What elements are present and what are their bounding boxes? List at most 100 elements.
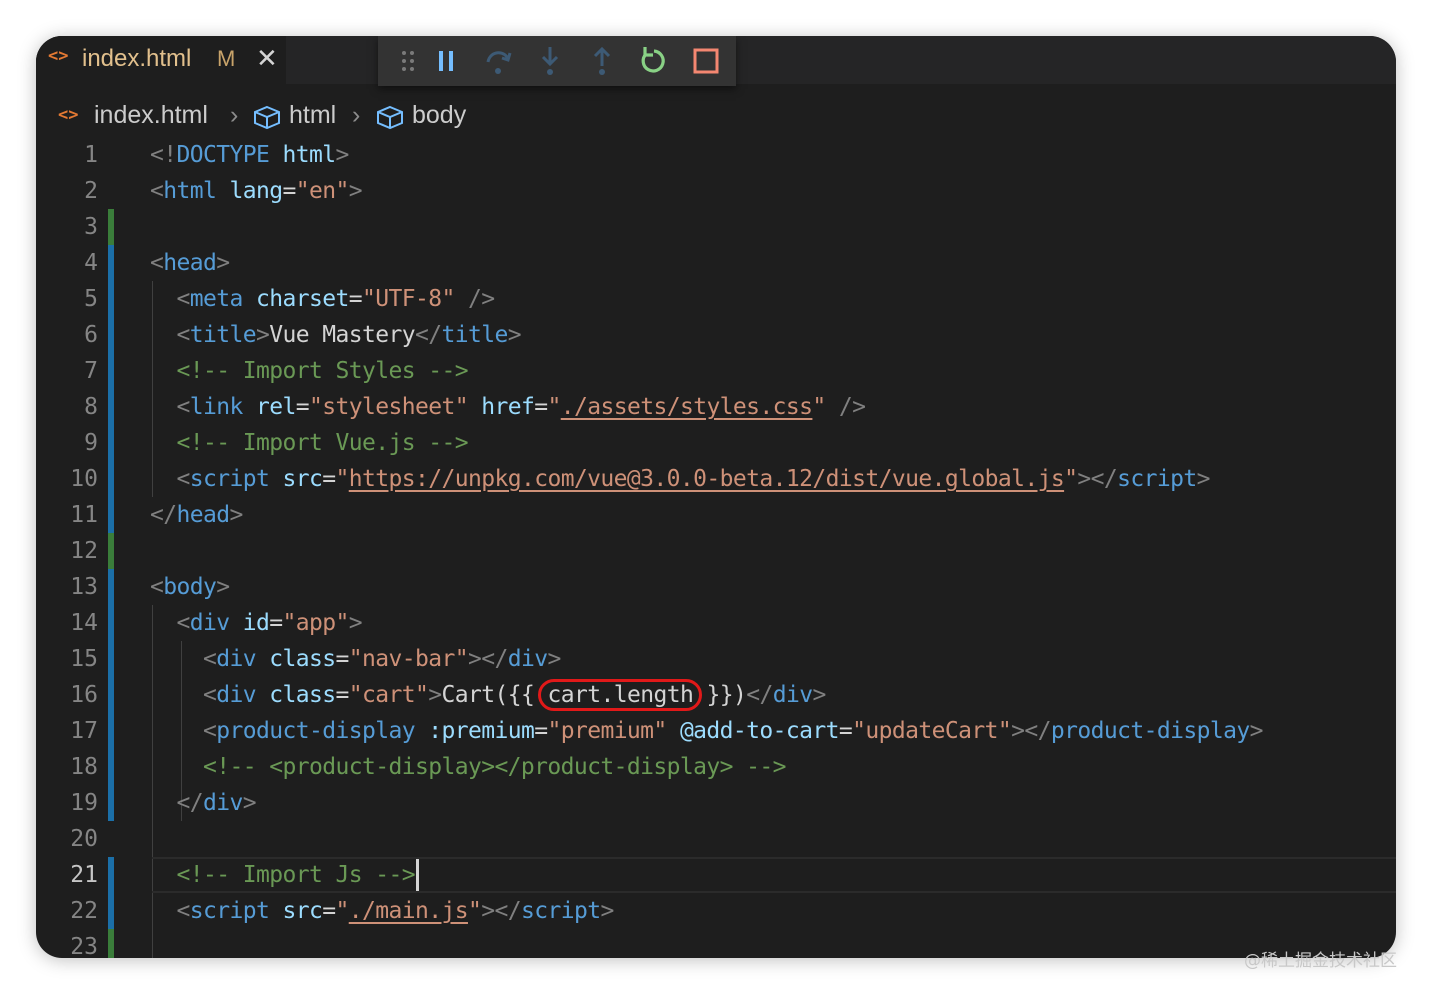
cube-icon [375,104,405,137]
git-change-marker[interactable] [108,713,114,749]
debug-toolbar [378,36,736,86]
breadcrumb-file[interactable]: index.html [94,101,208,130]
code-token: " [547,394,561,420]
code-line[interactable]: 10 <script src="https://unpkg.com/vue@3.… [36,461,1396,497]
git-change-marker[interactable] [108,533,114,569]
code-line[interactable]: 7 <!-- Import Styles --> [36,353,1396,389]
code-line[interactable]: 2 <html lang="en"> [36,173,1396,209]
code-line[interactable]: 5 <meta charset="UTF-8" /> [36,281,1396,317]
code-token: = [534,394,548,420]
code-line[interactable]: 17 <product-display :premium="premium" @… [36,713,1396,749]
code-token: = [282,178,297,204]
code-token: = [838,718,853,744]
code-token: "app" [282,610,350,636]
code-token: rel [256,394,296,420]
code-line[interactable]: 16 <div class="cart">Cart({{ cart.length… [36,677,1396,713]
git-change-marker[interactable] [108,245,114,281]
code-line[interactable]: 20 [36,821,1396,857]
git-change-marker[interactable] [108,353,114,389]
git-change-marker[interactable] [108,749,114,785]
step-over-icon[interactable] [480,42,516,80]
git-change-marker[interactable] [108,209,114,245]
code-line[interactable]: 9 <!-- Import Vue.js --> [36,425,1396,461]
code-line[interactable]: 14 <div id="app"> [36,605,1396,641]
git-change-marker[interactable] [108,317,114,353]
code-token: > [507,322,522,348]
code-link[interactable]: ./main.js [349,898,469,924]
git-change-marker[interactable] [108,425,114,461]
close-icon[interactable]: ✕ [256,44,278,74]
code-token: </ [414,322,442,348]
code-line[interactable]: 23 [36,929,1396,958]
tab-index-html[interactable]: <> index.html M ✕ [36,36,286,84]
git-change-marker[interactable] [108,497,114,533]
git-change-marker[interactable] [108,857,114,893]
code-line[interactable]: 11 </head> [36,497,1396,533]
code-token: <!-- Import Vue.js --> [176,430,469,456]
code-token: id [242,610,270,636]
git-change-marker[interactable] [108,893,114,929]
git-change-marker[interactable] [108,569,114,605]
line-number: 21 [70,862,98,888]
code-token: = [295,394,310,420]
code-token: < [176,322,191,348]
code-token: div [189,610,230,636]
code-token: :premium [428,718,535,744]
git-change-marker[interactable] [108,389,114,425]
code-line[interactable]: 4 <head> [36,245,1396,281]
code-line[interactable]: 18 <!-- <product-display></product-displ… [36,749,1396,785]
code-token: product-display [216,718,415,744]
git-change-marker[interactable] [108,929,114,958]
code-token: head [163,250,217,276]
code-line[interactable]: 12 [36,533,1396,569]
step-out-icon[interactable] [584,42,620,80]
code-line[interactable]: 15 <div class="nav-bar"></div> [36,641,1396,677]
code-line[interactable]: 8 <link rel="stylesheet" href="./assets/… [36,389,1396,425]
git-change-marker[interactable] [108,605,114,641]
code-token: > [812,682,826,708]
code-line[interactable]: 19 </div> [36,785,1396,821]
pause-icon[interactable] [428,42,464,80]
git-change-marker[interactable] [108,281,114,317]
code-line[interactable]: 1 <!DOCTYPE html> [36,137,1396,173]
code-token: < [176,466,191,492]
code-token: < [150,574,164,600]
stop-icon[interactable] [688,42,724,80]
code-content: <body> [150,569,230,605]
git-change-marker[interactable] [108,677,114,713]
git-change-marker[interactable] [108,785,114,821]
code-line[interactable]: 21 <!-- Import Js --> [36,857,1396,893]
breadcrumb: <> index.html › html › body [36,96,1396,136]
code-link[interactable]: https://unpkg.com/vue@3.0.0-beta.12/dist… [349,466,1065,492]
code-line[interactable]: 6 <title>Vue Mastery</title> [36,317,1396,353]
drag-handle-icon[interactable] [390,42,426,80]
restart-icon[interactable] [636,42,672,80]
git-change-marker[interactable] [108,641,114,677]
code-token: = [335,646,350,672]
git-change-marker[interactable] [108,461,114,497]
code-token: script [1117,466,1197,492]
code-line[interactable]: 13 <body> [36,569,1396,605]
code-link[interactable]: ./assets/styles.css [561,394,813,420]
breadcrumb-body[interactable]: body [412,101,466,130]
line-number: 7 [84,358,98,384]
step-into-icon[interactable] [532,42,568,80]
code-token: < [176,394,191,420]
code-token: "UTF-8" [361,286,455,312]
breadcrumb-html[interactable]: html [289,101,336,130]
code-token: </ [176,790,204,816]
code-token: = [534,718,548,744]
code-token: "cart" [348,682,429,708]
code-token: script [189,466,270,492]
code-line[interactable]: 22 <script src="./main.js"></script> [36,893,1396,929]
code-editor[interactable]: 1 <!DOCTYPE html> 2 <html lang="en"> 3 4 <head… [36,137,1396,958]
code-line[interactable]: 3 [36,209,1396,245]
code-token: > [547,646,561,672]
line-number: 8 [84,394,98,420]
code-token: "stylesheet" [309,394,469,420]
code-token: body [163,574,217,600]
